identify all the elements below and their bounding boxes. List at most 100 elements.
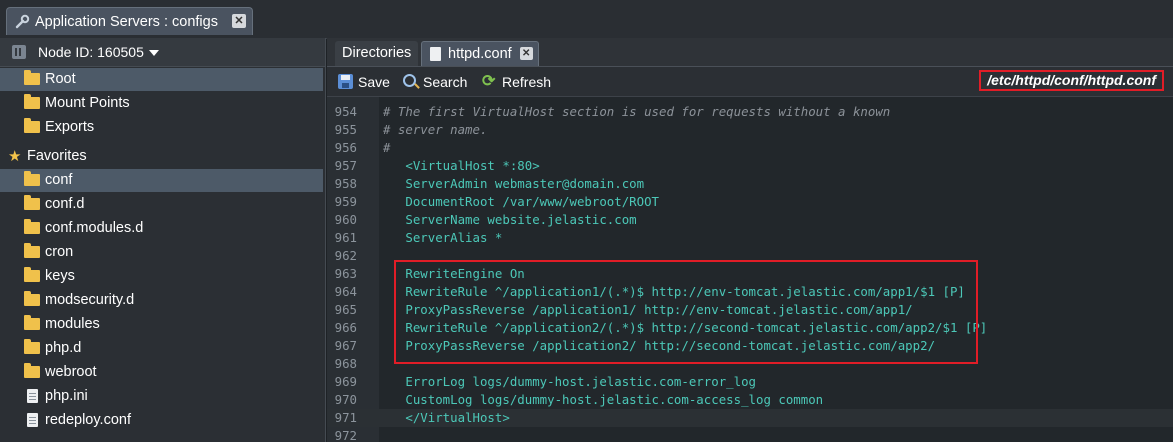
folder-icon xyxy=(24,363,40,378)
sidebar-item-modsecurity-d[interactable]: modsecurity.d xyxy=(0,289,323,312)
sidebar-item-php-ini[interactable]: php.ini xyxy=(0,385,323,408)
sidebar-item-root[interactable]: Root xyxy=(0,68,323,91)
line-number: 956 xyxy=(334,140,357,155)
line-number: 968 xyxy=(334,356,357,371)
sidebar-item-label: cron xyxy=(45,244,74,260)
folder-icon xyxy=(24,267,40,282)
code-editor[interactable]: 954 # The first VirtualHost section is us… xyxy=(327,97,1173,442)
folder-icon xyxy=(24,195,40,210)
server-icon xyxy=(12,45,26,59)
folder-icon xyxy=(24,219,40,234)
code-line[interactable]: 972 xyxy=(327,427,1173,442)
sidebar-item-cron[interactable]: cron xyxy=(0,241,323,264)
refresh-label: Refresh xyxy=(502,74,552,90)
line-text: <VirtualHost *:80> xyxy=(383,158,540,173)
code-line[interactable]: 970 CustomLog logs/dummy-host.jelastic.c… xyxy=(327,391,1173,409)
line-number: 963 xyxy=(334,266,357,281)
code-line[interactable]: 956 # xyxy=(327,139,1173,157)
file-icon xyxy=(27,389,38,403)
line-number: 969 xyxy=(334,374,357,389)
window-tab-configs[interactable]: Application Servers : configs ✕ xyxy=(6,7,253,35)
line-number: 970 xyxy=(334,392,357,407)
code-line[interactable]: 957 <VirtualHost *:80> xyxy=(327,157,1173,175)
code-line[interactable]: 960 ServerName website.jelastic.com xyxy=(327,211,1173,229)
tab-directories[interactable]: Directories xyxy=(335,41,419,66)
folder-icon xyxy=(24,70,40,85)
sidebar-item-conf-d[interactable]: conf.d xyxy=(0,193,323,216)
line-number: 959 xyxy=(334,194,357,209)
code-line[interactable]: 954 # The first VirtualHost section is us… xyxy=(327,103,1173,121)
code-line[interactable]: 969 ErrorLog logs/dummy-host.jelastic.co… xyxy=(327,373,1173,391)
sidebar-item-exports[interactable]: Exports xyxy=(0,116,323,139)
sidebar-item-webroot[interactable]: webroot xyxy=(0,361,323,384)
search-label: Search xyxy=(423,74,468,90)
favorites-label: Favorites xyxy=(27,148,87,164)
floppy-disk-icon xyxy=(338,74,353,89)
window-tab-strip: Application Servers : configs ✕ xyxy=(0,0,1173,39)
sidebar-item-php-d[interactable]: php.d xyxy=(0,337,323,360)
sidebar-favorites-header[interactable]: ★ Favorites xyxy=(0,145,323,168)
line-text: ServerAdmin webmaster@domain.com xyxy=(383,176,645,191)
line-number: 971 xyxy=(334,410,357,425)
chevron-down-icon[interactable] xyxy=(148,50,159,57)
close-icon[interactable]: ✕ xyxy=(231,14,246,28)
sidebar-item-label: keys xyxy=(45,268,75,284)
line-text: CustomLog logs/dummy-host.jelastic.com-a… xyxy=(383,392,824,407)
line-text: ErrorLog logs/dummy-host.jelastic.com-er… xyxy=(383,374,756,389)
tab-httpd-conf[interactable]: httpd.conf ✕ xyxy=(421,41,539,66)
sidebar-item-modules[interactable]: modules xyxy=(0,313,323,336)
folder-icon xyxy=(24,171,40,186)
line-text: # server name. xyxy=(383,122,488,137)
sidebar-item-label: php.d xyxy=(45,340,82,356)
sidebar-item-label: conf.modules.d xyxy=(45,220,144,236)
editor-toolbar: Save Search ⟳ Refresh /etc/httpd/conf/ht… xyxy=(327,67,1173,97)
code-line[interactable]: 961 ServerAlias * xyxy=(327,229,1173,247)
sidebar-item-label: modsecurity.d xyxy=(45,292,135,308)
node-selector[interactable]: Node ID: 160505 xyxy=(0,38,325,67)
folder-icon xyxy=(24,339,40,354)
line-number: 958 xyxy=(334,176,357,191)
sidebar-item-label: Root xyxy=(45,71,76,87)
sidebar-item-label: redeploy.conf xyxy=(45,412,131,428)
folder-icon xyxy=(24,315,40,330)
wrench-icon xyxy=(15,14,30,29)
sidebar-item-redeploy-conf[interactable]: redeploy.conf xyxy=(0,409,323,432)
line-number: 955 xyxy=(334,122,357,137)
line-number: 966 xyxy=(334,320,357,335)
window-tab-title: Application Servers : configs xyxy=(35,14,218,30)
code-line[interactable]: 955 # server name. xyxy=(327,121,1173,139)
folder-icon xyxy=(24,94,40,109)
sidebar-item-mount-points[interactable]: Mount Points xyxy=(0,92,323,115)
line-number: 967 xyxy=(334,338,357,353)
line-number: 965 xyxy=(334,302,357,317)
sidebar-item-label: modules xyxy=(45,316,100,332)
star-icon: ★ xyxy=(8,148,22,165)
file-icon xyxy=(430,47,441,61)
node-label: Node ID: 160505 xyxy=(38,44,144,60)
code-line[interactable]: 959 DocumentRoot /var/www/webroot/ROOT xyxy=(327,193,1173,211)
file-sidebar: Node ID: 160505 Root Mount Points Export… xyxy=(0,38,326,442)
sidebar-item-label: php.ini xyxy=(45,388,88,404)
line-text: DocumentRoot /var/www/webroot/ROOT xyxy=(383,194,660,209)
sidebar-item-conf[interactable]: conf xyxy=(0,169,323,192)
sidebar-item-keys[interactable]: keys xyxy=(0,265,323,288)
tab-label: httpd.conf xyxy=(448,46,512,62)
line-number: 964 xyxy=(334,284,357,299)
code-line[interactable]: 971 </VirtualHost> xyxy=(327,409,1173,427)
line-number: 961 xyxy=(334,230,357,245)
close-icon[interactable]: ✕ xyxy=(519,47,533,60)
file-icon xyxy=(27,413,38,427)
line-number: 962 xyxy=(334,248,357,263)
editor-panel: Directories httpd.conf ✕ Save Search ⟳ R… xyxy=(327,38,1173,442)
sidebar-item-label: Exports xyxy=(45,119,95,135)
code-line[interactable]: 958 ServerAdmin webmaster@domain.com xyxy=(327,175,1173,193)
line-text: ServerAlias * xyxy=(383,230,503,245)
line-number: 957 xyxy=(334,158,357,173)
refresh-icon: ⟳ xyxy=(482,73,496,90)
folder-icon xyxy=(24,118,40,133)
sidebar-item-label: Mount Points xyxy=(45,95,130,111)
file-path: /etc/httpd/conf/httpd.conf xyxy=(979,70,1164,91)
folder-icon xyxy=(24,291,40,306)
line-text: # xyxy=(383,140,391,155)
sidebar-item-conf-modules-d[interactable]: conf.modules.d xyxy=(0,217,323,240)
